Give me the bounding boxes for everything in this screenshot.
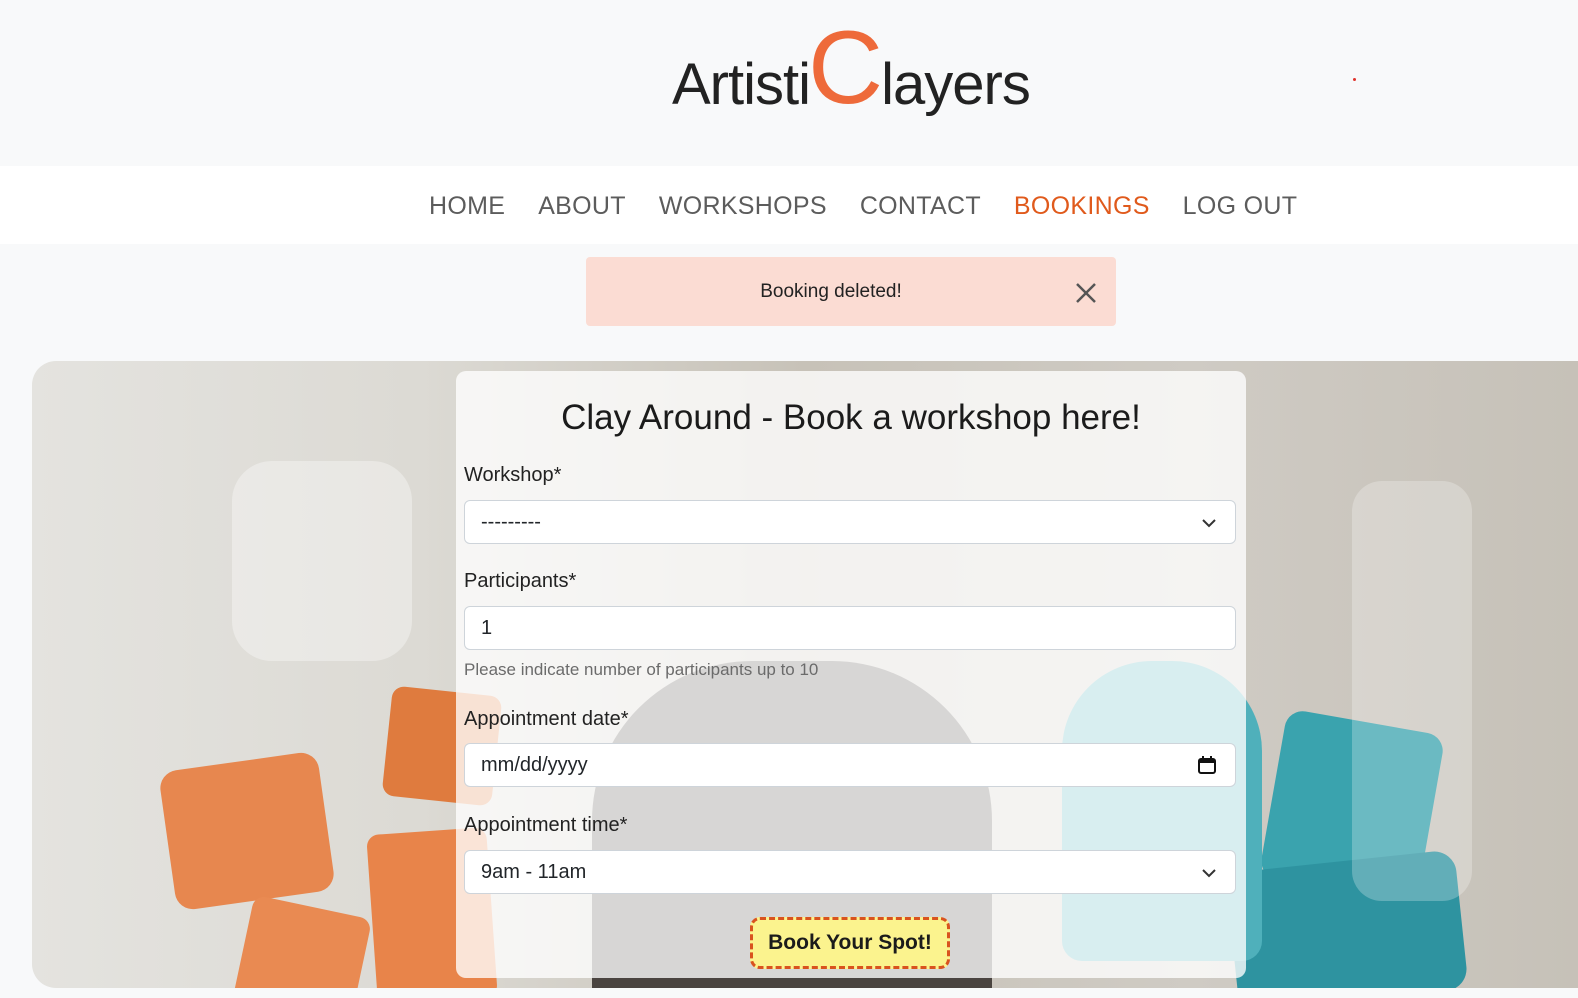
nav-list: HOME ABOUT WORKSHOPS CONTACT BOOKINGS LO…: [429, 190, 1330, 222]
participants-value: 1: [481, 616, 493, 639]
nav-logout[interactable]: LOG OUT: [1183, 190, 1298, 222]
date-placeholder: mm/dd/yyyy: [481, 753, 588, 776]
date-label: Appointment date*: [464, 708, 629, 730]
nav-about[interactable]: ABOUT: [538, 190, 626, 222]
nav-contact[interactable]: CONTACT: [860, 190, 981, 222]
time-label: Appointment time*: [464, 814, 628, 836]
site-header: Artisti C layers: [0, 0, 1578, 166]
nav-home[interactable]: HOME: [429, 190, 505, 222]
participants-label: Participants*: [464, 570, 577, 592]
time-select-value: 9am - 11am: [481, 860, 587, 883]
chevron-down-icon: [1202, 519, 1216, 528]
alert-message: Booking deleted!: [586, 257, 1116, 326]
participants-input[interactable]: 1: [464, 606, 1236, 650]
site-logo[interactable]: Artisti C layers: [672, 16, 1031, 120]
workshop-label: Workshop*: [464, 464, 562, 486]
nav-workshops[interactable]: WORKSHOPS: [659, 190, 827, 222]
workshop-select-value: ---------: [481, 510, 541, 533]
form-title: Clay Around - Book a workshop here!: [561, 398, 1141, 437]
logo-prefix: Artisti: [672, 52, 811, 117]
close-icon[interactable]: [1072, 279, 1100, 307]
nav-bookings[interactable]: BOOKINGS: [1014, 190, 1150, 222]
time-select[interactable]: 9am - 11am: [464, 850, 1236, 894]
logo-suffix: layers: [881, 52, 1031, 117]
calendar-icon[interactable]: [1197, 755, 1217, 775]
workshop-select[interactable]: ---------: [464, 500, 1236, 544]
alert-text: Booking deleted!: [760, 281, 902, 302]
logo-initial: C: [808, 10, 884, 126]
participants-help-text: Please indicate number of participants u…: [464, 660, 819, 679]
decorative-dot: [1353, 78, 1356, 81]
date-input[interactable]: mm/dd/yyyy: [464, 743, 1236, 787]
book-your-spot-button[interactable]: Book Your Spot!: [750, 917, 950, 969]
chevron-down-icon: [1202, 869, 1216, 878]
